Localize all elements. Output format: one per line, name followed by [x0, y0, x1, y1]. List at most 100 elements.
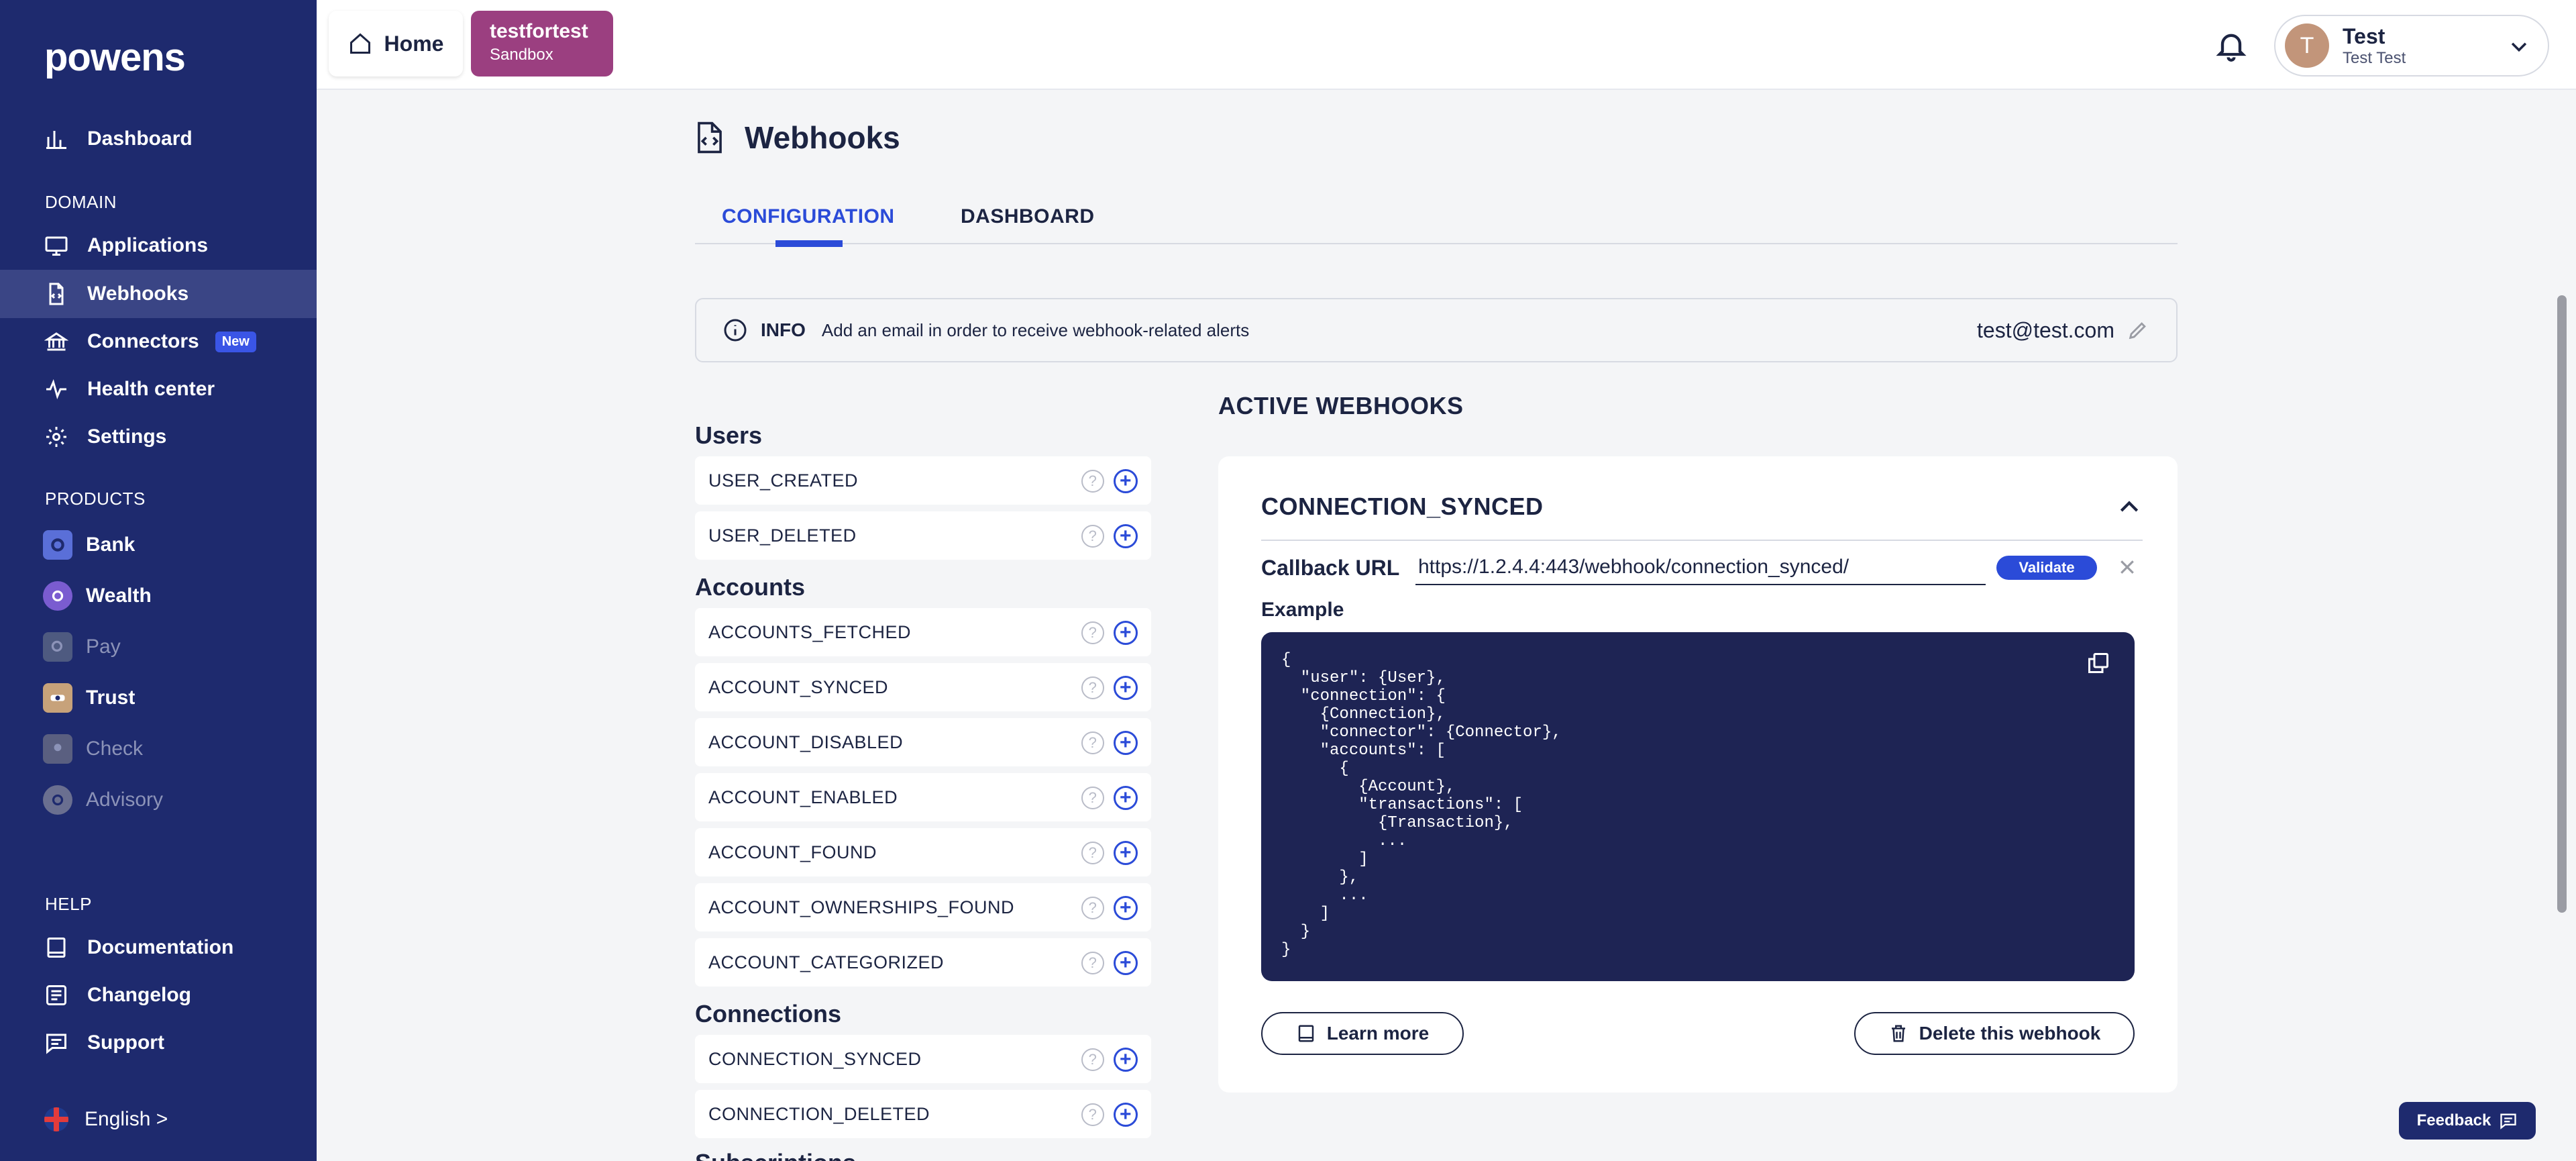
- add-event-button[interactable]: +: [1114, 676, 1138, 700]
- feedback-label: Feedback: [2416, 1111, 2491, 1129]
- copy-icon[interactable]: [2086, 651, 2110, 675]
- info-label: INFO: [761, 319, 806, 340]
- sidebar-item-label: Webhooks: [87, 283, 189, 305]
- add-event-button[interactable]: +: [1114, 1048, 1138, 1072]
- uk-flag-icon: [44, 1107, 68, 1131]
- help-icon[interactable]: ?: [1081, 897, 1104, 919]
- sidebar-item-label: Settings: [87, 425, 167, 448]
- sidebar-item-label: Documentation: [87, 936, 234, 958]
- sidebar-item-label: Support: [87, 1031, 164, 1054]
- group-title-subscriptions: Subscriptions: [695, 1149, 856, 1161]
- message-icon: [43, 1029, 70, 1056]
- scrollbar[interactable]: [2557, 295, 2567, 913]
- add-event-button[interactable]: +: [1114, 524, 1138, 548]
- sidebar-item-health-center[interactable]: Health center: [0, 365, 317, 413]
- help-icon[interactable]: ?: [1081, 731, 1104, 754]
- add-event-button[interactable]: +: [1114, 469, 1138, 493]
- add-event-button[interactable]: +: [1114, 786, 1138, 810]
- sidebar-item-documentation[interactable]: Documentation: [0, 923, 317, 972]
- tab-configuration[interactable]: CONFIGURATION: [722, 205, 895, 228]
- home-button[interactable]: Home: [329, 11, 463, 77]
- add-event-button[interactable]: +: [1114, 841, 1138, 865]
- add-event-button[interactable]: +: [1114, 896, 1138, 920]
- learn-more-label: Learn more: [1326, 1023, 1430, 1044]
- home-label: Home: [384, 31, 444, 56]
- delete-webhook-label: Delete this webhook: [1919, 1023, 2101, 1044]
- language-selector[interactable]: English >: [44, 1107, 168, 1131]
- user-subtitle: Test Test: [2343, 48, 2406, 67]
- avatar: T: [2285, 23, 2329, 68]
- sidebar-item-applications[interactable]: Applications: [0, 221, 317, 270]
- help-icon[interactable]: ?: [1081, 787, 1104, 809]
- help-icon[interactable]: ?: [1081, 621, 1104, 644]
- section-domain: DOMAIN: [45, 192, 117, 212]
- event-name: ACCOUNT_OWNERSHIPS_FOUND: [708, 897, 1015, 917]
- add-event-button[interactable]: +: [1114, 731, 1138, 755]
- help-icon[interactable]: ?: [1081, 470, 1104, 493]
- sidebar-item-support[interactable]: Support: [0, 1019, 317, 1067]
- help-icon[interactable]: ?: [1081, 1048, 1104, 1071]
- section-products: PRODUCTS: [45, 489, 146, 509]
- new-badge: New: [215, 331, 256, 352]
- sidebar-item-settings[interactable]: Settings: [0, 413, 317, 461]
- sidebar-item-pay[interactable]: Pay: [0, 623, 317, 671]
- event-name: CONNECTION_SYNCED: [708, 1048, 922, 1069]
- help-icon[interactable]: ?: [1081, 676, 1104, 699]
- sidebar-item-changelog[interactable]: Changelog: [0, 971, 317, 1019]
- sidebar-item-advisory[interactable]: Advisory: [0, 776, 317, 824]
- bank-icon: [43, 328, 70, 355]
- edit-icon[interactable]: [2127, 319, 2149, 342]
- sidebar-item-trust[interactable]: Trust: [0, 674, 317, 722]
- event-name: ACCOUNT_SYNCED: [708, 676, 889, 697]
- trash-icon: [1891, 1025, 1905, 1042]
- bell-icon[interactable]: [2214, 28, 2249, 63]
- sidebar-item-label: Wealth: [86, 585, 152, 607]
- powens-logo[interactable]: powens: [44, 35, 186, 80]
- sidebar-item-bank[interactable]: Bank: [0, 521, 317, 569]
- trust-product-icon: [43, 683, 72, 713]
- event-row: CONNECTION_DELETED? +: [695, 1090, 1151, 1138]
- close-icon[interactable]: [2117, 557, 2137, 577]
- environment-button[interactable]: testfortest Sandbox: [471, 11, 613, 77]
- chevron-down-icon: [2511, 42, 2527, 52]
- group-title-accounts: Accounts: [695, 573, 806, 601]
- feedback-button[interactable]: Feedback: [2399, 1102, 2536, 1140]
- wealth-product-icon: [43, 581, 72, 611]
- active-webhooks-title: ACTIVE WEBHOOKS: [1218, 392, 1464, 419]
- gear-icon: [43, 423, 70, 450]
- validate-button[interactable]: Validate: [1996, 556, 2097, 580]
- sidebar-item-dashboard[interactable]: Dashboard: [0, 115, 317, 163]
- sidebar-item-label: Applications: [87, 234, 209, 256]
- add-event-button[interactable]: +: [1114, 1103, 1138, 1127]
- add-event-button[interactable]: +: [1114, 951, 1138, 975]
- add-event-button[interactable]: +: [1114, 621, 1138, 645]
- event-name: ACCOUNT_DISABLED: [708, 731, 904, 752]
- help-icon[interactable]: ?: [1081, 842, 1104, 864]
- callback-url-input[interactable]: [1415, 550, 1986, 585]
- book-icon: [1298, 1025, 1313, 1042]
- help-icon[interactable]: ?: [1081, 525, 1104, 548]
- file-code-icon: [698, 121, 722, 154]
- callback-url-label: Callback URL: [1261, 556, 1400, 580]
- event-row: ACCOUNT_SYNCED? +: [695, 663, 1151, 711]
- delete-webhook-button[interactable]: Delete this webhook: [1854, 1012, 2135, 1055]
- event-row: USER_CREATED? +: [695, 456, 1151, 505]
- env-type: Sandbox: [490, 46, 553, 64]
- sidebar-item-wealth[interactable]: Wealth: [0, 572, 317, 620]
- sidebar-item-connectors[interactable]: Connectors New: [0, 317, 317, 366]
- learn-more-button[interactable]: Learn more: [1261, 1012, 1464, 1055]
- pay-product-icon: [43, 632, 72, 662]
- sidebar-item-label: Advisory: [86, 789, 164, 811]
- page-title-text: Webhooks: [745, 120, 900, 155]
- group-title-users: Users: [695, 421, 763, 449]
- sidebar-item-check[interactable]: Check: [0, 725, 317, 773]
- webhook-card: CONNECTION_SYNCED Callback URL Validate …: [1218, 456, 2178, 1093]
- help-icon[interactable]: ?: [1081, 952, 1104, 974]
- bar-chart-icon: [43, 125, 70, 152]
- sidebar-item-webhooks[interactable]: Webhooks: [0, 270, 317, 318]
- chevron-up-icon[interactable]: [2116, 494, 2143, 521]
- user-menu[interactable]: T Test Test Test: [2274, 15, 2549, 77]
- help-icon[interactable]: ?: [1081, 1103, 1104, 1126]
- tabs: CONFIGURATION DASHBOARD: [695, 201, 2178, 247]
- tab-dashboard[interactable]: DASHBOARD: [961, 205, 1095, 228]
